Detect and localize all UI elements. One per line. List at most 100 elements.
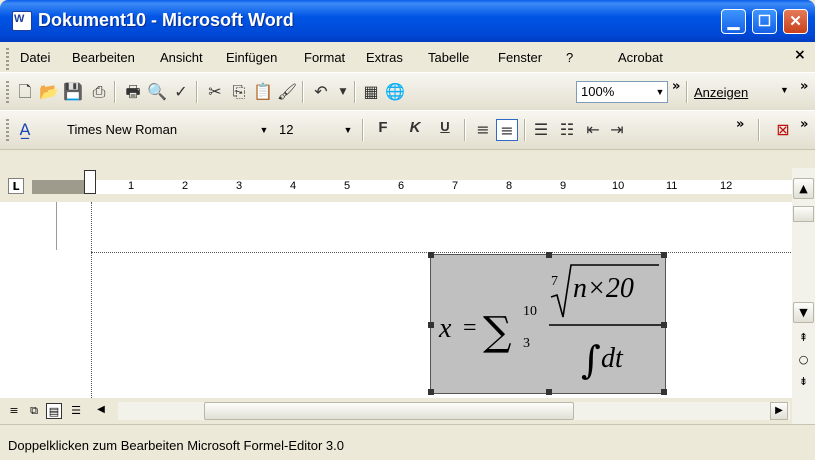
view-and-scroll-bar: ≡ ⧉ ▤ ☰ ◀ ▶: [0, 398, 792, 424]
toolbar-separator: [114, 81, 116, 103]
print-preview-icon[interactable]: 🔍: [146, 81, 168, 103]
scroll-right-icon[interactable]: ▶: [770, 402, 788, 420]
menu-help[interactable]: ?: [566, 50, 573, 65]
chevron-down-icon[interactable]: ▼: [341, 120, 355, 140]
formula-object[interactable]: x = ∑ 10 3 7 n×20 ∫ dt: [428, 252, 667, 395]
standard-toolbar: 🗋 📂 💾 ⎙ 🖶 🔍 ✓ ✂ ⎘ 📋 🖌 ↶ ▼ ▦ 🌐 100% ▼ » A…: [0, 72, 815, 112]
spelling-icon[interactable]: ✓: [170, 81, 192, 103]
toolbar-separator: [354, 81, 356, 103]
menubar-grip[interactable]: [6, 48, 9, 70]
cut-icon[interactable]: ✂: [204, 81, 226, 103]
resize-handle[interactable]: [428, 252, 434, 258]
italic-button[interactable]: K: [404, 119, 426, 141]
tab-selector[interactable]: L: [8, 178, 24, 194]
toolbar-options-icon[interactable]: »: [800, 117, 808, 132]
formula-root-index: 7: [551, 274, 558, 289]
bold-button[interactable]: F: [372, 119, 394, 141]
menu-datei[interactable]: Datei: [20, 50, 50, 65]
hyperlink-icon[interactable]: 🌐: [384, 81, 406, 103]
print-layout-icon[interactable]: ▤: [46, 403, 62, 419]
web-layout-icon[interactable]: ⧉: [26, 403, 42, 419]
toolbar-options-icon[interactable]: »: [800, 79, 808, 94]
resize-handle[interactable]: [546, 389, 552, 395]
next-page-icon[interactable]: ⇟: [793, 372, 814, 393]
menu-extras[interactable]: Extras: [366, 50, 403, 65]
toolbar-separator: [758, 119, 760, 141]
hscroll-thumb[interactable]: [204, 402, 574, 420]
indent-marker[interactable]: [84, 170, 96, 194]
previous-page-icon[interactable]: ⇞: [793, 328, 814, 349]
underline-button[interactable]: U: [434, 119, 456, 141]
outline-view-icon[interactable]: ☰: [68, 403, 84, 419]
toolbar-separator: [302, 81, 304, 103]
ruler-number: 10: [612, 180, 625, 192]
chevron-down-icon[interactable]: ▼: [257, 120, 271, 140]
bullets-icon[interactable]: ☷: [556, 119, 578, 141]
scroll-thumb[interactable]: [793, 206, 814, 222]
close-button[interactable]: ✕: [783, 9, 808, 34]
undo-icon[interactable]: ↶: [310, 81, 332, 103]
ruler-number: 2: [182, 180, 189, 192]
increase-indent-icon[interactable]: ⇥: [606, 119, 628, 141]
drawing-icon[interactable]: ▦: [360, 81, 382, 103]
menu-ansicht[interactable]: Ansicht: [160, 50, 203, 65]
paste-icon[interactable]: 📋: [252, 81, 274, 103]
copy-icon[interactable]: ⎘: [228, 81, 250, 103]
resize-handle[interactable]: [428, 322, 434, 328]
scroll-up-icon[interactable]: ▲: [793, 178, 814, 199]
resize-handle[interactable]: [661, 252, 667, 258]
toolbar-grip[interactable]: [6, 81, 9, 103]
toolbar-options-icon[interactable]: »: [672, 79, 680, 94]
new-icon[interactable]: 🗋: [14, 81, 36, 103]
numbering-icon[interactable]: ☰: [530, 119, 552, 141]
menu-tabelle[interactable]: Tabelle: [428, 50, 469, 65]
resize-handle[interactable]: [661, 322, 667, 328]
pdf-icon[interactable]: ⊠: [772, 119, 794, 141]
menu-format[interactable]: Format: [304, 50, 345, 65]
maximize-button[interactable]: ☐: [752, 9, 777, 34]
decrease-indent-icon[interactable]: ⇤: [582, 119, 604, 141]
horizontal-scrollbar[interactable]: ◀ ▶: [97, 402, 790, 420]
font-name-combo[interactable]: Times New Roman ▼: [62, 119, 272, 141]
menu-fenster[interactable]: Fenster: [498, 50, 542, 65]
menu-einfuegen[interactable]: Einfügen: [226, 50, 277, 65]
chevron-down-icon[interactable]: ▼: [780, 85, 789, 95]
toolbar-separator: [686, 81, 688, 103]
normal-view-icon[interactable]: ≡: [6, 403, 22, 419]
open-icon[interactable]: 📂: [38, 81, 60, 103]
browse-object-icon[interactable]: ○: [793, 350, 814, 371]
align-left-icon[interactable]: ≡: [472, 119, 494, 141]
chevron-down-icon[interactable]: ▼: [653, 82, 667, 102]
scroll-left-icon[interactable]: ◀: [92, 402, 110, 420]
save-icon[interactable]: 💾: [62, 81, 84, 103]
zoom-combo[interactable]: 100% ▼: [576, 81, 668, 103]
toolbar-separator: [464, 119, 466, 141]
align-center-icon[interactable]: ≡: [496, 119, 518, 141]
resize-handle[interactable]: [661, 389, 667, 395]
minimize-icon: ▁: [727, 13, 740, 30]
title-bar[interactable]: W Dokument10 - Microsoft Word ▁ ☐ ✕: [0, 0, 815, 42]
horizontal-ruler[interactable]: L 1 2 3 4 5 6 7 8 9 10 11 12: [0, 168, 815, 202]
permission-icon[interactable]: ⎙: [88, 81, 110, 103]
vertical-scrollbar[interactable]: ▲ ▼ ⇞ ○ ⇟: [792, 168, 815, 424]
minimize-button[interactable]: ▁: [721, 9, 746, 34]
toolbar-options-icon[interactable]: »: [736, 117, 744, 132]
resize-handle[interactable]: [428, 389, 434, 395]
document-close-icon[interactable]: ×: [794, 47, 806, 63]
undo-dropdown-icon[interactable]: ▼: [332, 81, 354, 103]
toolbar-separator: [524, 119, 526, 141]
show-menu-button[interactable]: Anzeigen: [694, 85, 748, 100]
text-boundary-left: [91, 202, 92, 398]
print-icon[interactable]: 🖶: [122, 81, 144, 103]
toolbar-grip[interactable]: [6, 119, 9, 141]
word-app-icon[interactable]: W: [12, 11, 32, 31]
resize-handle[interactable]: [546, 252, 552, 258]
scroll-down-icon[interactable]: ▼: [793, 302, 814, 323]
menu-bearbeiten[interactable]: Bearbeiten: [72, 50, 135, 65]
formula-sigma: ∑: [483, 309, 512, 355]
menu-acrobat[interactable]: Acrobat: [618, 50, 663, 65]
styles-icon[interactable]: A̲: [14, 119, 36, 141]
format-painter-icon[interactable]: 🖌: [276, 81, 298, 103]
font-size-combo[interactable]: 12 ▼: [274, 119, 356, 141]
document-page[interactable]: x = ∑ 10 3 7 n×20 ∫ dt: [0, 202, 792, 398]
